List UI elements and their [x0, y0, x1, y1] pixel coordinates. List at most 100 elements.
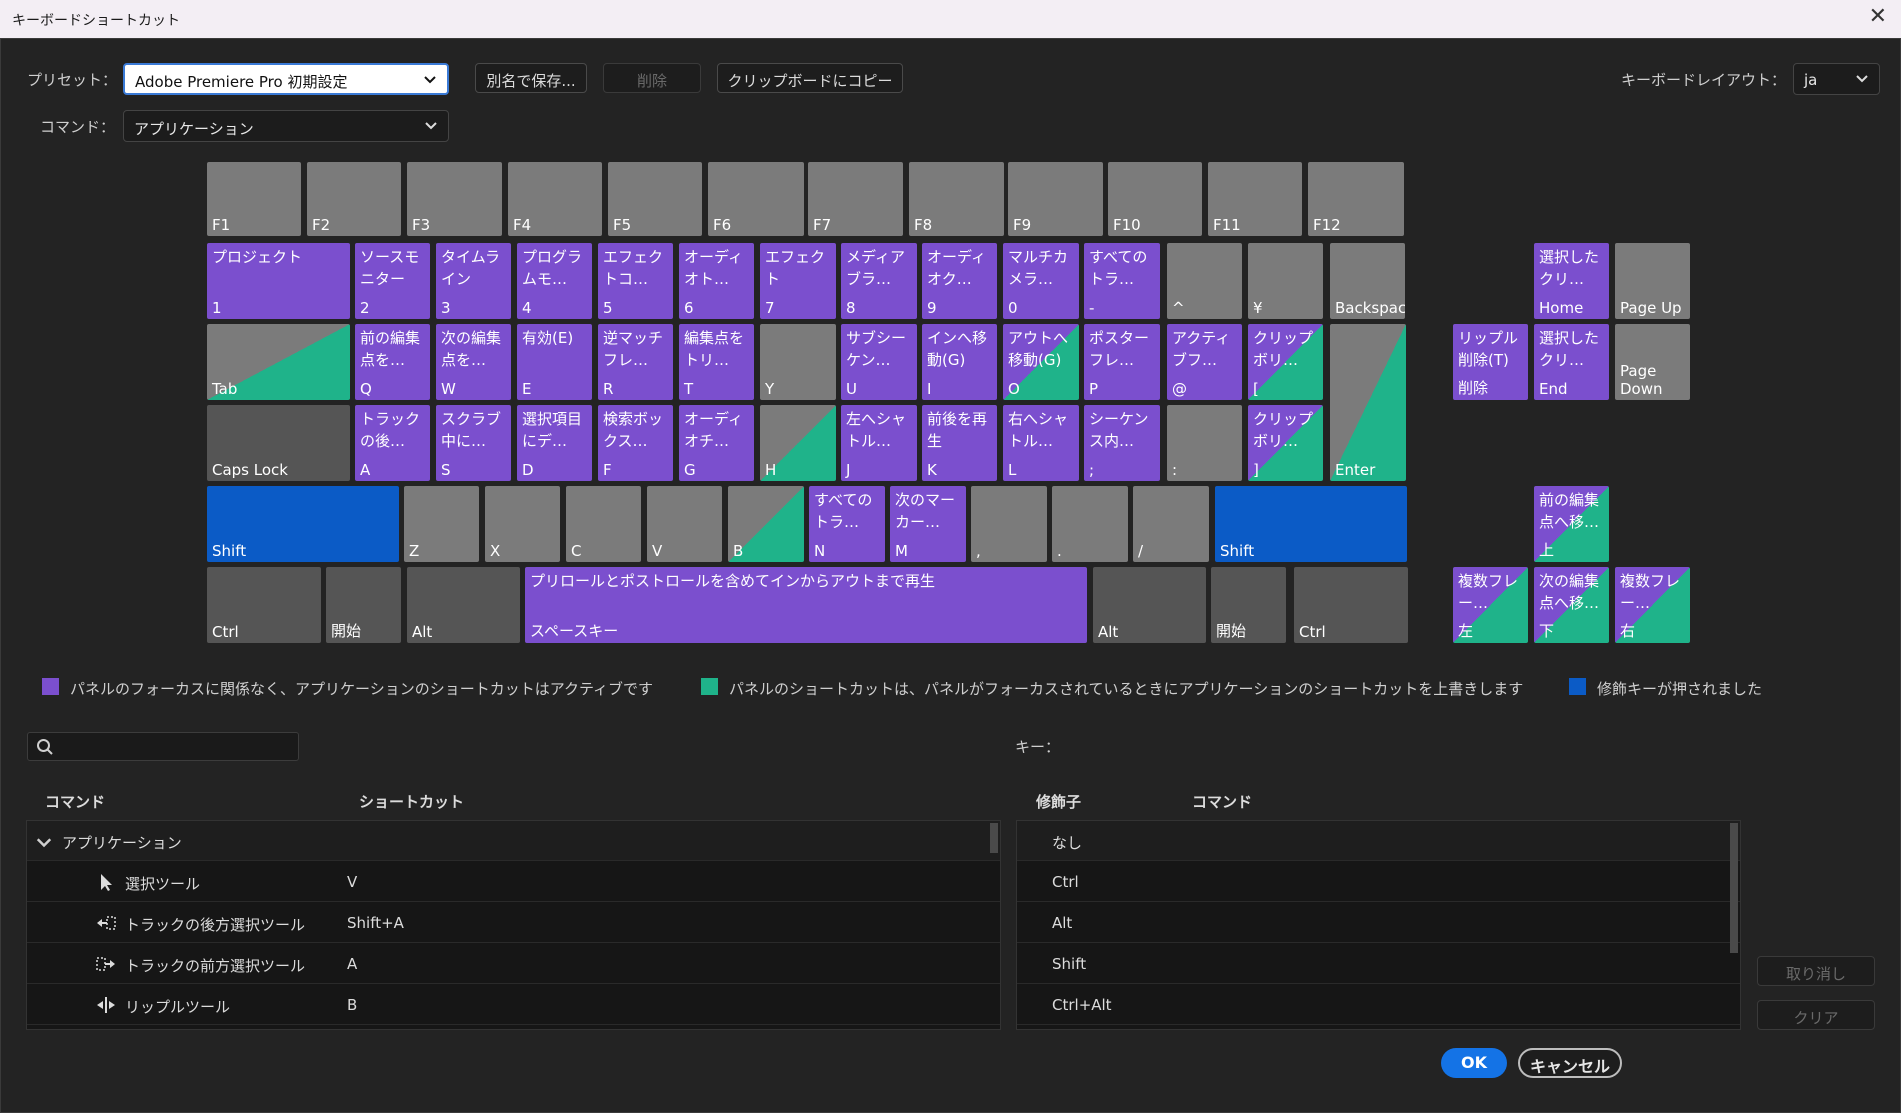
- key-f5[interactable]: F5: [608, 162, 702, 236]
- key-右[interactable]: 複数フレー… 右: [1615, 567, 1690, 643]
- key-w[interactable]: 次の編集点を… W: [436, 324, 511, 400]
- key-s[interactable]: スクラブ中に… S: [436, 405, 511, 481]
- modifier-row[interactable]: なし: [1017, 821, 1740, 861]
- undo-button[interactable]: 取り消し: [1757, 956, 1875, 986]
- column-header-command[interactable]: コマンド: [45, 791, 105, 812]
- key-f12[interactable]: F12: [1308, 162, 1404, 236]
- key-home[interactable]: 選択したクリ… Home: [1534, 243, 1609, 319]
- key-tab[interactable]: Tab: [207, 324, 350, 400]
- key-,[interactable]: ,: [971, 486, 1047, 562]
- column-header-modifier[interactable]: 修飾子: [1036, 791, 1081, 812]
- key-q[interactable]: 前の編集点を… Q: [355, 324, 430, 400]
- preset-dropdown[interactable]: Adobe Premiere Pro 初期設定: [123, 63, 449, 95]
- key-t[interactable]: 編集点をトリ… T: [679, 324, 754, 400]
- key-¥[interactable]: ¥: [1248, 243, 1323, 319]
- key-f2[interactable]: F2: [307, 162, 401, 236]
- key-9[interactable]: オーディオク… 9: [922, 243, 997, 319]
- key-ctrl[interactable]: Ctrl: [1294, 567, 1408, 643]
- modifier-list-scrollbar[interactable]: [1730, 823, 1738, 953]
- table-row[interactable]: トラックの前方選択ツール A: [27, 944, 1000, 984]
- copy-to-clipboard-button[interactable]: クリップボードにコピー: [717, 63, 903, 93]
- key-a[interactable]: トラックの後… A: [355, 405, 430, 481]
- key-alt[interactable]: Alt: [407, 567, 520, 643]
- key-alt[interactable]: Alt: [1093, 567, 1206, 643]
- column-header-command-right[interactable]: コマンド: [1192, 791, 1252, 812]
- chevron-down-icon[interactable]: [33, 833, 55, 853]
- key-g[interactable]: オーディオチ… G: [679, 405, 754, 481]
- key-f11[interactable]: F11: [1208, 162, 1302, 236]
- group-row-application[interactable]: アプリケーション: [27, 821, 1000, 861]
- key-下[interactable]: 次の編集点へ移… 下: [1534, 567, 1609, 643]
- key-e[interactable]: 有効(E) E: [517, 324, 592, 400]
- cancel-button[interactable]: キャンセル: [1518, 1048, 1622, 1078]
- search-input[interactable]: [27, 732, 299, 761]
- key-r[interactable]: 逆マッチフレ… R: [598, 324, 673, 400]
- key-5[interactable]: エフェクトコ… 5: [598, 243, 673, 319]
- command-shortcut[interactable]: V: [347, 873, 357, 891]
- key-enter[interactable]: Enter: [1330, 324, 1406, 481]
- key-caps-lock[interactable]: Caps Lock: [207, 405, 350, 481]
- key-ctrl[interactable]: Ctrl: [207, 567, 321, 643]
- key-^[interactable]: ^: [1167, 243, 1242, 319]
- key-削除[interactable]: リップル削除(T) 削除: [1453, 324, 1528, 400]
- clear-button[interactable]: クリア: [1757, 1000, 1875, 1030]
- key-shift[interactable]: Shift: [207, 486, 399, 562]
- command-list-scrollbar[interactable]: [990, 823, 998, 853]
- key-1[interactable]: プロジェクト 1: [207, 243, 350, 319]
- key-f8[interactable]: F8: [909, 162, 1004, 236]
- key-x[interactable]: X: [485, 486, 560, 562]
- key-h[interactable]: H: [760, 405, 836, 481]
- key-v[interactable]: V: [647, 486, 722, 562]
- key--[interactable]: すべてのトラ… -: [1084, 243, 1160, 319]
- modifier-row[interactable]: Ctrl+Alt: [1017, 985, 1740, 1025]
- key-:[interactable]: :: [1167, 405, 1242, 481]
- key-j[interactable]: 左へシャトル… J: [841, 405, 917, 481]
- key-f[interactable]: 検索ボックス… F: [598, 405, 673, 481]
- key-[[interactable]: クリップボリ… [: [1248, 324, 1323, 400]
- key-f3[interactable]: F3: [407, 162, 502, 236]
- table-row[interactable]: トラックの後方選択ツール Shift+A: [27, 903, 1000, 943]
- save-as-button[interactable]: 別名で保存...: [475, 63, 587, 93]
- key-f7[interactable]: F7: [808, 162, 903, 236]
- key-@[interactable]: アクティブフ… @: [1167, 324, 1242, 400]
- key-d[interactable]: 選択項目にデ… D: [517, 405, 592, 481]
- key-;[interactable]: シーケンス内…;: [1084, 405, 1160, 481]
- key-page-up[interactable]: Page Up: [1615, 243, 1690, 319]
- modifier-row[interactable]: Alt: [1017, 903, 1740, 943]
- key-開始[interactable]: 開始: [326, 567, 401, 643]
- key-m[interactable]: 次のマーカー… M: [890, 486, 966, 562]
- column-header-shortcut[interactable]: ショートカット: [359, 791, 464, 812]
- key-p[interactable]: ポスターフレ… P: [1084, 324, 1160, 400]
- key-.[interactable]: .: [1052, 486, 1128, 562]
- command-shortcut[interactable]: A: [347, 955, 357, 973]
- key-2[interactable]: ソースモニター 2: [355, 243, 430, 319]
- key-開始[interactable]: 開始: [1211, 567, 1286, 643]
- key-スペースキー[interactable]: プリロールとポストロールを含めてインからアウトまで再生 スペースキー: [525, 567, 1087, 643]
- key-u[interactable]: サブシーケン… U: [841, 324, 917, 400]
- command-shortcut[interactable]: B: [347, 996, 357, 1014]
- ok-button[interactable]: OK: [1441, 1048, 1507, 1078]
- key-左[interactable]: 複数フレー… 左: [1453, 567, 1528, 643]
- key-o[interactable]: アウトへ移動(G) O: [1003, 324, 1079, 400]
- command-shortcut[interactable]: Shift+A: [347, 914, 404, 932]
- table-row[interactable]: 選択ツール V: [27, 862, 1000, 902]
- key-上[interactable]: 前の編集点へ移… 上: [1534, 486, 1609, 562]
- key-n[interactable]: すべてのトラ… N: [809, 486, 885, 562]
- key-6[interactable]: オーディオト… 6: [679, 243, 754, 319]
- key-f1[interactable]: F1: [207, 162, 301, 236]
- key-k[interactable]: 前後を再生 K: [922, 405, 997, 481]
- key-f6[interactable]: F6: [708, 162, 804, 236]
- key-f4[interactable]: F4: [508, 162, 602, 236]
- key-7[interactable]: エフェクト 7: [760, 243, 836, 319]
- key-y[interactable]: Y: [760, 324, 836, 400]
- key-b[interactable]: B: [728, 486, 804, 562]
- delete-button[interactable]: 削除: [603, 63, 701, 93]
- key-f10[interactable]: F10: [1108, 162, 1202, 236]
- key-c[interactable]: C: [566, 486, 641, 562]
- key-0[interactable]: マルチカメラ… 0: [1003, 243, 1079, 319]
- key-end[interactable]: 選択したクリ… End: [1534, 324, 1609, 400]
- key-shift[interactable]: Shift: [1215, 486, 1407, 562]
- key-page-down[interactable]: Page Down: [1615, 324, 1690, 400]
- keyboard-layout-dropdown[interactable]: ja: [1793, 63, 1880, 95]
- key-8[interactable]: メディアブラ… 8: [841, 243, 917, 319]
